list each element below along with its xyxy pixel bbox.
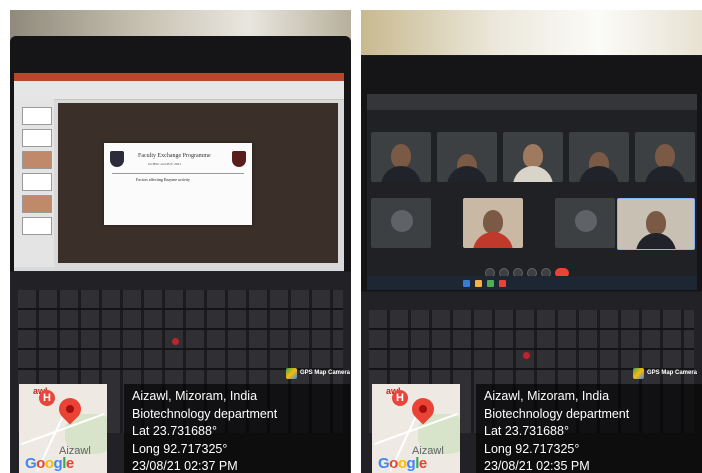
room-wall	[361, 10, 702, 55]
gps-camera-icon	[286, 367, 297, 379]
participant-tile	[437, 132, 497, 182]
gps-camera-badge: GPS Map Camera	[633, 366, 697, 380]
gps-camera-badge: GPS Map Camera	[286, 366, 350, 380]
gps-latitude: Lat 23.731688°	[132, 424, 217, 438]
hospital-marker-icon: H	[39, 390, 55, 406]
ppt-title-bar	[14, 73, 344, 81]
slide-thumbnail	[22, 129, 52, 147]
participant-tile-speaking	[617, 198, 695, 250]
participant-tile	[371, 198, 431, 248]
slide-thumbnail	[22, 151, 52, 169]
keyboard-gap	[369, 328, 694, 330]
participant-body	[447, 166, 487, 182]
keyboard-gap	[18, 328, 343, 330]
participant-body	[381, 166, 421, 182]
participant-face	[391, 144, 411, 168]
gps-longitude: Long 92.717325°	[484, 441, 580, 456]
keyboard-gap	[18, 348, 343, 350]
gps-department: Biotechnology department	[484, 406, 630, 421]
gps-longitude: Long 92.717325°	[132, 441, 228, 456]
google-logo: Google	[378, 455, 427, 472]
gps-info-panel: Aizawl, Mizoram, India Biotechnology dep…	[476, 384, 702, 473]
gps-datetime: 23/08/21 02:37 PM	[132, 459, 238, 473]
slide-subtitle: GCHSC and PUC 2021	[148, 162, 182, 166]
keyboard-gap	[369, 348, 694, 350]
college-crest-icon	[110, 151, 124, 167]
participant-tile	[635, 132, 695, 182]
taskbar-app-icon	[499, 280, 506, 287]
slide-topic: Factors affecting Enzyme activity	[136, 177, 191, 182]
slide-thumbnail	[22, 107, 52, 125]
participant-tile	[503, 132, 563, 182]
laptop-screen-powerpoint: Faculty Exchange Programme GCHSC and PUC…	[14, 73, 344, 285]
participant-tile	[555, 198, 615, 248]
windows-taskbar	[367, 276, 697, 290]
slide-thumbnail	[22, 217, 52, 235]
hospital-marker-icon: H	[392, 390, 408, 406]
university-crest-icon	[232, 151, 246, 167]
photo-left-laptop-presentation: Faculty Exchange Programme GCHSC and PUC…	[10, 10, 351, 473]
laptop-lid	[361, 56, 702, 291]
ppt-slide-stage: Faculty Exchange Programme GCHSC and PUC…	[58, 103, 338, 263]
participant-avatar	[575, 210, 597, 232]
gps-latitude: Lat 23.731688°	[484, 424, 569, 438]
participant-face	[523, 144, 543, 168]
gps-camera-label: GPS Map Camera	[647, 370, 698, 376]
gps-place: Aizawl, Mizoram, India	[132, 389, 258, 403]
participant-body	[645, 166, 685, 182]
google-logo: Google	[25, 455, 74, 472]
location-map: awl H Aizawl Google	[372, 384, 460, 473]
participant-body	[473, 232, 513, 248]
slide-canvas: Faculty Exchange Programme GCHSC and PUC…	[104, 143, 252, 225]
trackpoint	[172, 338, 179, 345]
participant-face	[646, 211, 666, 235]
participant-avatar	[391, 210, 413, 232]
gps-camera-icon	[633, 367, 644, 379]
participant-body	[636, 233, 676, 249]
ppt-ribbon	[14, 73, 344, 100]
participant-body	[513, 166, 553, 182]
participant-face	[655, 144, 675, 168]
laptop-screen-video-call	[367, 94, 697, 290]
slide-title: Faculty Exchange Programme	[138, 153, 211, 159]
participant-tile	[569, 132, 629, 182]
participant-body	[579, 166, 619, 182]
participant-tile	[463, 198, 523, 248]
location-map: awl H Aizawl Google	[19, 384, 107, 473]
taskbar-app-icon	[463, 280, 470, 287]
browser-tab-bar	[367, 94, 697, 110]
gps-datetime: 23/08/21 02:35 PM	[484, 459, 590, 473]
gps-department: Biotechnology department	[132, 406, 278, 421]
taskbar-app-icon	[475, 280, 482, 287]
gps-camera-label: GPS Map Camera	[300, 370, 351, 376]
photo-right-laptop-meeting: GPS Map Camera awl H Aizawl Google Aizaw…	[361, 10, 702, 473]
gps-info-panel: Aizawl, Mizoram, India Biotechnology dep…	[124, 384, 350, 473]
taskbar-app-icon	[487, 280, 494, 287]
ppt-slide-thumbnails	[14, 99, 54, 267]
participant-face	[483, 210, 503, 234]
participant-tile	[371, 132, 431, 182]
trackpoint	[523, 352, 530, 359]
slide-divider	[112, 173, 244, 174]
slide-thumbnail	[22, 173, 52, 191]
laptop-lid: Faculty Exchange Programme GCHSC and PUC…	[10, 36, 351, 285]
keyboard-gap	[18, 308, 343, 310]
gps-place: Aizawl, Mizoram, India	[484, 389, 610, 403]
slide-thumbnail	[22, 195, 52, 213]
